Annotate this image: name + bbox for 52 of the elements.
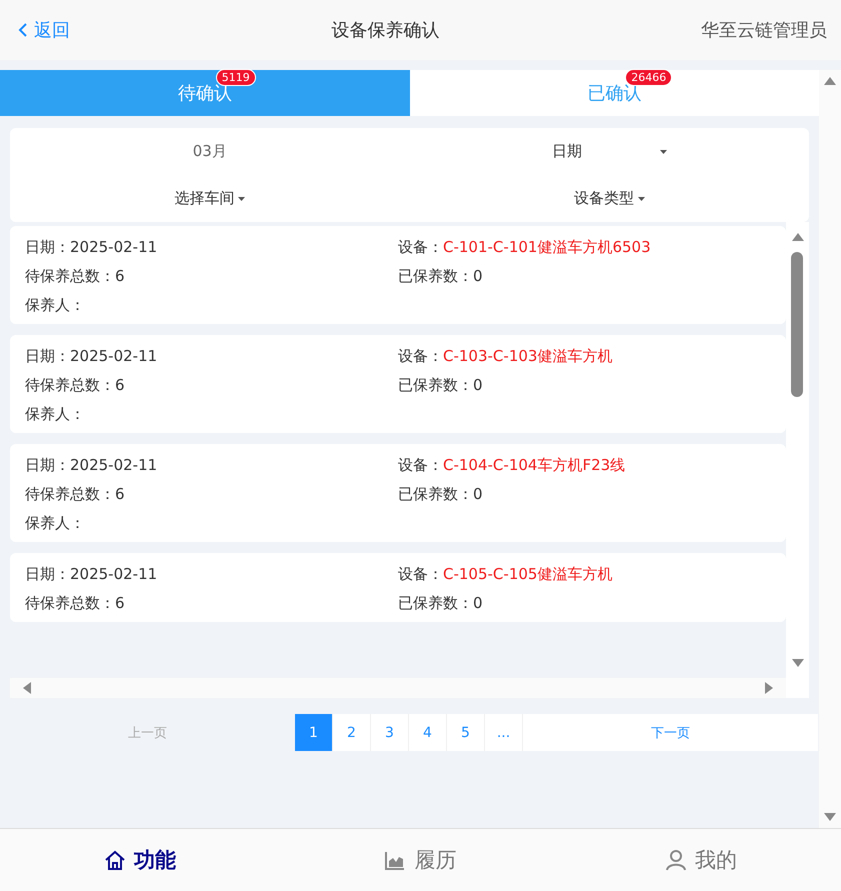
pending-count-text: 待保养总数：6 [25, 266, 126, 287]
device-type-dropdown[interactable]: 设备类型 [574, 189, 634, 208]
record-card[interactable]: 日期：2025-02-11 设备：C-104-C-104车方机F23线 待保养总数：6 已保养数：0 保养人： [10, 444, 786, 542]
record-card[interactable]: 日期：2025-02-11 设备：C-101-C-101健溢车方机6503 待保养总数：6 已保养数：0 保养人： [10, 226, 786, 324]
caret-icon [660, 150, 667, 154]
date-text: 日期：2025-02-11 [25, 237, 158, 258]
nav-tab[interactable]: 功能 [0, 829, 280, 891]
device-text: 设备：C-104-C-104车方机F23线 [398, 455, 626, 476]
date-text: 日期：2025-02-11 [25, 455, 158, 476]
maintainer-text: 保养人： [25, 513, 86, 534]
device-text: 设备：C-101-C-101健溢车方机6503 [398, 237, 652, 258]
back-button[interactable]: 返回 [18, 18, 70, 42]
caret-icon [238, 196, 246, 200]
user-name: 华至云链管理员 [701, 19, 827, 42]
count-badge: 26466 [625, 69, 672, 86]
count-badge: 5119 [216, 69, 256, 86]
scrollbar-thumb[interactable] [791, 252, 803, 397]
record-card[interactable]: 日期：2025-02-11 设备：C-103-C-103健溢车方机 待保养总数：6 已保养数：0 保养人： [10, 335, 786, 433]
pending-count-text: 待保养总数：6 [25, 484, 126, 505]
done-count-text: 已保养数：0 [398, 266, 484, 287]
page-button[interactable]: 3 [371, 714, 409, 751]
nav-tab[interactable]: 我的 [560, 829, 841, 891]
workshop-dropdown[interactable]: 选择车间 [174, 189, 234, 208]
next-page-button[interactable]: 下一页 [523, 714, 818, 751]
nav-tab[interactable]: 履历 [280, 829, 561, 891]
date-picker[interactable]: 日期 [552, 142, 582, 161]
user-icon [664, 849, 687, 871]
device-text: 设备：C-105-C-105健溢车方机 [398, 564, 614, 585]
done-count-text: 已保养数：0 [398, 593, 484, 614]
done-count-text: 已保养数：0 [398, 375, 484, 396]
caret-icon [638, 196, 645, 200]
month-picker[interactable]: 03月 [192, 142, 227, 161]
pending-count-text: 待保养总数：6 [25, 593, 126, 614]
page-button[interactable]: 1 [295, 714, 333, 751]
page-button[interactable]: 2 [333, 714, 371, 751]
maintainer-text: 保养人： [25, 404, 86, 425]
maintainer-text: 保养人： [25, 295, 86, 316]
device-text: 设备：C-103-C-103健溢车方机 [398, 346, 614, 367]
pending-count-text: 待保养总数：6 [25, 375, 126, 396]
done-count-text: 已保养数：0 [398, 484, 484, 505]
record-card[interactable]: 日期：2025-02-11 设备：C-105-C-105健溢车方机 待保养总数：6 已保养数：0 [10, 553, 786, 622]
page-button[interactable]: ... [485, 714, 523, 751]
page-button[interactable]: 5 [447, 714, 485, 751]
back-icon [18, 22, 28, 38]
tab[interactable]: 已确认 26466 [410, 70, 819, 116]
page-button[interactable]: 4 [409, 714, 447, 751]
home-icon [104, 849, 126, 871]
date-text: 日期：2025-02-11 [25, 346, 158, 367]
date-text: 日期：2025-02-11 [25, 564, 158, 585]
page-title: 设备保养确认 [332, 19, 440, 42]
tab[interactable]: 待确认 5119 [0, 70, 410, 116]
area-chart-icon [384, 849, 406, 871]
